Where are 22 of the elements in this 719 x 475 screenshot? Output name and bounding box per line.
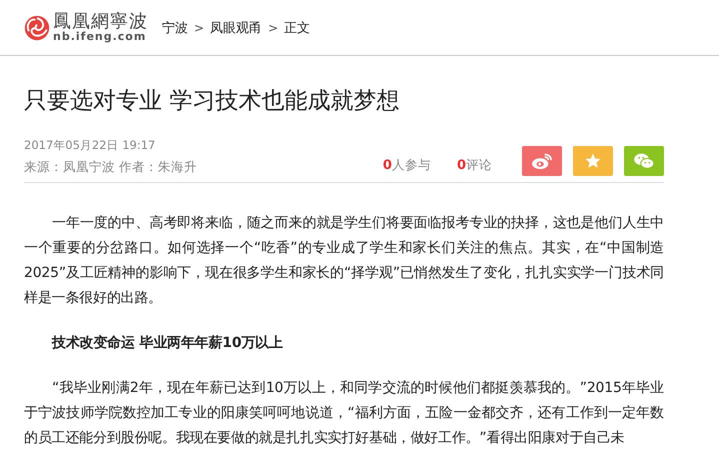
breadcrumb-link[interactable]: 正文: [284, 18, 310, 36]
breadcrumb-link[interactable]: 凤眼观甬: [210, 18, 262, 36]
stat-link[interactable]: 0评论: [456, 156, 492, 174]
article-title: 只要选对专业 学习技术也能成就梦想: [24, 88, 400, 116]
logo-name: 鳳凰網寧波: [53, 13, 148, 31]
share-button[interactable]: [522, 146, 562, 176]
breadcrumb-separator: >: [268, 20, 278, 34]
breadcrumb-separator: >: [194, 20, 204, 34]
star-icon: [584, 152, 602, 170]
logo-domain: nb.ifeng.com: [53, 31, 148, 42]
article-paragraph: “我毕业刚满2年，现在年薪已达到10万以上，和同学交流的时候他们都挺羡慕我的。”2015年毕业于宁波技师学院数控加工专业的阳康笑呵呵地说道，“福利方面，五险一金都交齐，还有工作到一定年数的员工还能分到股份呢。我现在要做的就是扎扎实实打好基础，做好工作。”看得出阳康对于自己未: [24, 378, 664, 448]
stat-link[interactable]: 0人参与: [382, 156, 431, 174]
article-paragraph: 一年一度的中、高考即将来临，随之而来的就是学生们将要面临报考专业的抉择，这也是他们人生中一个重要的分岔路口。如何选择一个“吃香”的专业成了学生和家长们关注的焦点。其实，在“中国制造2025”及工匠精神的影响下，现在很多学生和家长的“择学观”已悄然发生了变化，扎扎实实学一门技术同样是一条很好的出路。: [24, 214, 664, 308]
share-button[interactable]: [624, 146, 664, 176]
swirl-logo-icon: [24, 14, 50, 40]
share-button[interactable]: [573, 146, 613, 176]
breadcrumb-link[interactable]: 宁波: [162, 18, 188, 36]
publish-date: 2017年05月22日 19:17: [24, 138, 156, 153]
section-heading: 技术改变命运 毕业两年年薪10万以上: [50, 334, 284, 353]
swirl-eye-icon: [531, 152, 553, 170]
source-author: 来源：凤凰宁波 作者：朱海升: [24, 158, 198, 176]
chat-bubbles-icon: [633, 152, 655, 170]
